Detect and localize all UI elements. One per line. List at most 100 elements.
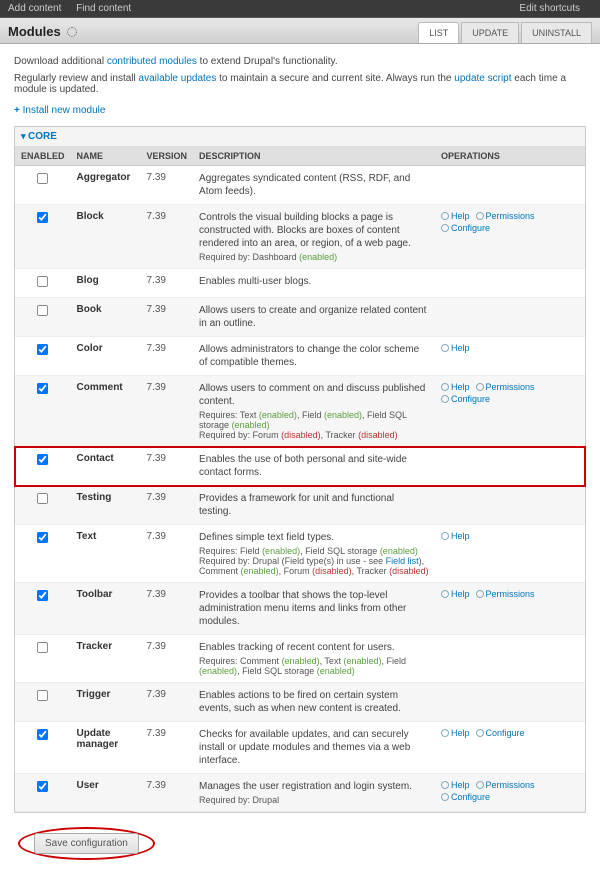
module-description: Defines simple text field types.Requires… <box>193 525 435 583</box>
save-highlight-ellipse: Save configuration <box>18 827 155 860</box>
enable-checkbox[interactable] <box>37 493 48 504</box>
intro-text-2: Regularly review and install available u… <box>14 73 586 95</box>
module-version: 7.39 <box>141 337 194 376</box>
module-operations: Help <box>435 337 585 376</box>
table-row: Contact7.39Enables the use of both perso… <box>15 447 585 486</box>
enable-checkbox[interactable] <box>37 305 48 316</box>
module-name: Toolbar <box>71 583 141 635</box>
enable-checkbox[interactable] <box>37 590 48 601</box>
available-updates-link[interactable]: available updates <box>139 73 217 84</box>
help-icon <box>441 781 449 789</box>
col-description: DESCRIPTION <box>193 147 435 166</box>
key-icon <box>476 590 484 598</box>
module-description: Allows users to comment on and discuss p… <box>193 376 435 447</box>
help-link[interactable]: Help <box>441 780 470 790</box>
gear-icon <box>441 224 449 232</box>
install-module-link[interactable]: Install new module <box>14 105 105 116</box>
module-name: Color <box>71 337 141 376</box>
configure-link[interactable]: Configure <box>441 223 490 233</box>
field-list-link[interactable]: Field list <box>386 556 419 566</box>
header: Modules LIST UPDATE UNINSTALL <box>0 18 600 44</box>
permissions-link[interactable]: Permissions <box>476 780 535 790</box>
module-name: Trigger <box>71 683 141 722</box>
help-link[interactable]: Help <box>441 728 470 738</box>
module-version: 7.39 <box>141 298 194 337</box>
contributed-modules-link[interactable]: contributed modules <box>107 56 197 67</box>
module-name: Blog <box>71 269 141 298</box>
update-script-link[interactable]: update script <box>454 73 511 84</box>
enable-checkbox[interactable] <box>37 383 48 394</box>
enable-checkbox[interactable] <box>37 690 48 701</box>
intro-text-1: Download additional contributed modules … <box>14 56 586 67</box>
help-icon <box>441 590 449 598</box>
module-version: 7.39 <box>141 774 194 812</box>
module-version: 7.39 <box>141 635 194 683</box>
help-icon <box>441 532 449 540</box>
module-description: Enables actions to be fired on certain s… <box>193 683 435 722</box>
help-icon <box>441 212 449 220</box>
gear-icon[interactable] <box>67 27 77 37</box>
help-link[interactable]: Help <box>441 382 470 392</box>
enable-checkbox[interactable] <box>37 212 48 223</box>
module-operations: Help Permissions Configure <box>435 774 585 812</box>
gear-icon <box>441 395 449 403</box>
help-link[interactable]: Help <box>441 589 470 599</box>
core-legend[interactable]: CORE <box>15 127 585 147</box>
admin-toolbar: Add content Find content Edit shortcuts <box>0 0 600 18</box>
enable-checkbox[interactable] <box>37 276 48 287</box>
actions: Save configuration <box>18 827 586 860</box>
table-row: Blog7.39Enables multi-user blogs. <box>15 269 585 298</box>
module-name: Tracker <box>71 635 141 683</box>
col-operations: OPERATIONS <box>435 147 585 166</box>
help-link[interactable]: Help <box>441 211 470 221</box>
module-description: Checks for available updates, and can se… <box>193 722 435 774</box>
permissions-link[interactable]: Permissions <box>476 382 535 392</box>
module-operations <box>435 269 585 298</box>
module-name: Contact <box>71 447 141 486</box>
module-description: Manages the user registration and login … <box>193 774 435 812</box>
enable-checkbox[interactable] <box>37 344 48 355</box>
module-version: 7.39 <box>141 269 194 298</box>
tab-update[interactable]: UPDATE <box>461 22 519 43</box>
col-name: NAME <box>71 147 141 166</box>
module-operations: Help Permissions Configure <box>435 205 585 269</box>
configure-link[interactable]: Configure <box>476 728 525 738</box>
module-description: Allows administrators to change the colo… <box>193 337 435 376</box>
enable-checkbox[interactable] <box>37 454 48 465</box>
enable-checkbox[interactable] <box>37 729 48 740</box>
help-link[interactable]: Help <box>441 531 470 541</box>
enable-checkbox[interactable] <box>37 173 48 184</box>
module-operations <box>435 486 585 525</box>
enable-checkbox[interactable] <box>37 642 48 653</box>
help-icon <box>441 383 449 391</box>
module-description: Aggregates syndicated content (RSS, RDF,… <box>193 166 435 205</box>
module-version: 7.39 <box>141 447 194 486</box>
add-content-link[interactable]: Add content <box>8 3 61 14</box>
page-title: Modules <box>8 24 77 43</box>
save-configuration-button[interactable]: Save configuration <box>34 833 139 854</box>
edit-shortcuts-link[interactable]: Edit shortcuts <box>519 3 580 14</box>
key-icon <box>476 212 484 220</box>
configure-link[interactable]: Configure <box>441 792 490 802</box>
modules-table: ENABLED NAME VERSION DESCRIPTION OPERATI… <box>15 147 585 812</box>
enable-checkbox[interactable] <box>37 781 48 792</box>
permissions-link[interactable]: Permissions <box>476 589 535 599</box>
table-row: Book7.39Allows users to create and organ… <box>15 298 585 337</box>
key-icon <box>476 383 484 391</box>
table-row: Tracker7.39Enables tracking of recent co… <box>15 635 585 683</box>
help-link[interactable]: Help <box>441 343 470 353</box>
module-name: Comment <box>71 376 141 447</box>
tab-uninstall[interactable]: UNINSTALL <box>521 22 592 43</box>
module-description: Provides a toolbar that shows the top-le… <box>193 583 435 635</box>
module-description: Enables tracking of recent content for u… <box>193 635 435 683</box>
tab-list[interactable]: LIST <box>418 22 459 43</box>
permissions-link[interactable]: Permissions <box>476 211 535 221</box>
main-content: Download additional contributed modules … <box>0 44 600 876</box>
table-row: Testing7.39Provides a framework for unit… <box>15 486 585 525</box>
find-content-link[interactable]: Find content <box>76 3 131 14</box>
configure-link[interactable]: Configure <box>441 394 490 404</box>
module-version: 7.39 <box>141 166 194 205</box>
module-description: Controls the visual building blocks a pa… <box>193 205 435 269</box>
module-version: 7.39 <box>141 205 194 269</box>
enable-checkbox[interactable] <box>37 532 48 543</box>
